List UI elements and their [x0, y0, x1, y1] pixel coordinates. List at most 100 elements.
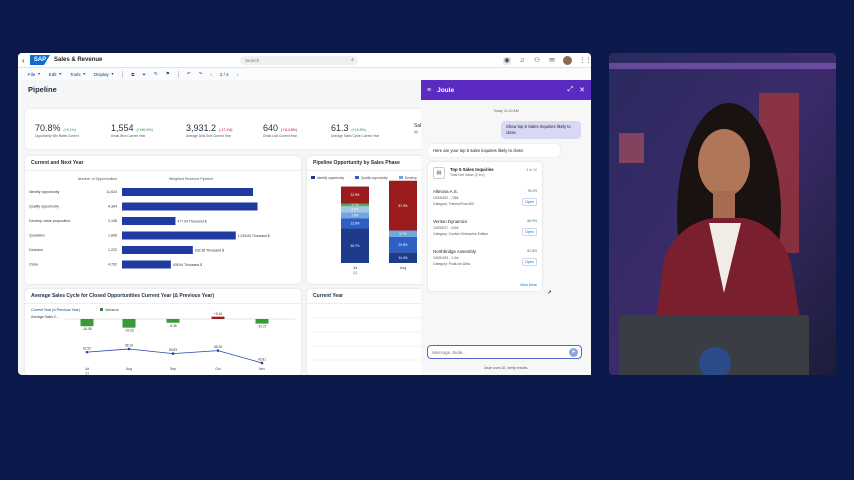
- shell-actions: ◉ ♫ ⚇ ✉ ⋮⋮: [503, 56, 591, 65]
- list-item: Altinova A.S. 10000492 - 736k Category: …: [433, 189, 537, 216]
- kpi-label: Deals Lost Current Year: [263, 134, 297, 138]
- tools-menu[interactable]: Tools ▼: [70, 72, 86, 77]
- next-page-icon[interactable]: ›: [237, 72, 239, 77]
- card-title: Pipeline Opportunity by Sales Phase: [307, 156, 437, 171]
- open-button[interactable]: Open: [522, 228, 537, 236]
- edit-menu-label: Edit: [48, 71, 57, 77]
- copy-icon[interactable]: ⧉: [131, 72, 134, 77]
- kpi-avg-sales-cycle[interactable]: 61.3 (+19.5%) Average Sales Cycle Current…: [331, 123, 379, 138]
- refresh-icon[interactable]: ↻: [154, 71, 158, 77]
- data-point: [216, 349, 220, 352]
- display-menu[interactable]: Display ▼: [94, 72, 114, 77]
- bookmark-icon[interactable]: ⚑: [166, 71, 170, 77]
- kpi-delta: (+19.5%): [351, 128, 366, 132]
- send-icon[interactable]: ➤: [569, 348, 578, 357]
- count-label: 1,896: [108, 234, 117, 238]
- undo-icon[interactable]: ↶: [187, 71, 191, 77]
- sap-logo[interactable]: SAP: [30, 55, 50, 65]
- avatar[interactable]: [563, 56, 572, 65]
- data-label: 477.04 Thousand $: [177, 219, 206, 223]
- inquiries-card-subtitle: Total Net Value (2.1m): [450, 173, 485, 177]
- back-button[interactable]: ‹: [22, 56, 30, 65]
- chevron-down-icon: ▼: [110, 72, 115, 76]
- search-placeholder: Search: [245, 58, 260, 63]
- legend-label: Identify opportunity: [317, 176, 344, 180]
- chevron-down-icon: ▼: [58, 72, 62, 76]
- sales-phase-stacked-chart: Identify opportunity Qualify opportunity D…: [311, 176, 417, 275]
- kpi-delta: (+114.8%): [281, 128, 298, 132]
- inquiry-name: Veriton Dynamics: [433, 219, 468, 224]
- filter-icon[interactable]: ⏷: [142, 72, 146, 77]
- search-icon[interactable]: ⌕: [351, 57, 354, 63]
- bar: [122, 217, 176, 225]
- legend-swatch: [399, 176, 403, 179]
- grid-menu-icon[interactable]: ⋮⋮: [579, 57, 591, 65]
- chat-icon[interactable]: ✉: [548, 57, 556, 65]
- data-label: 65.28: [214, 345, 222, 349]
- kpi-label: Average Deal Size Current Year: [186, 134, 232, 138]
- data-point: [171, 352, 175, 355]
- card-title: Average Sales Cycle for Closed Opportuni…: [25, 289, 301, 304]
- search-input[interactable]: Search ⌕: [240, 56, 358, 65]
- close-icon[interactable]: ✕: [579, 86, 585, 94]
- legend-label: Current Year (Δ Previous Year): [31, 308, 80, 312]
- list-item: Veriton Dynamics 10000227 - 440k Categor…: [433, 219, 537, 246]
- card-title: Current Year: [307, 289, 437, 304]
- view-more-link[interactable]: View More: [520, 283, 537, 287]
- tick-label: Jul: [353, 266, 358, 270]
- kpi-win-rate[interactable]: 70.8% (+9.1%) Opportunity Win Rates Curre…: [35, 123, 79, 138]
- chevron-down-icon: ▼: [82, 72, 86, 76]
- data-point: [127, 347, 131, 351]
- redo-icon[interactable]: ↷: [199, 71, 203, 77]
- bell-icon[interactable]: ♫: [518, 57, 526, 65]
- count-label: 4,762: [108, 263, 117, 267]
- variance-bar: [255, 319, 269, 324]
- count-label: 11,624: [106, 190, 117, 194]
- inquiry-probability: 62.8%: [527, 249, 537, 253]
- ai-disclaimer: Joule uses AI, verify results.: [483, 366, 529, 370]
- joule-response: Here are your top 5 sales inquiries like…: [428, 144, 560, 157]
- current-year-card: Current Year: [307, 289, 437, 375]
- kpi-deals-lost[interactable]: 640 (+114.8%) Deals Lost Current Year: [263, 123, 297, 138]
- open-button[interactable]: Open: [522, 258, 537, 266]
- joule-message-input[interactable]: Message Joule... ➤: [427, 345, 582, 359]
- data-label: 42.81: [258, 357, 266, 361]
- people-icon[interactable]: ⚇: [533, 57, 541, 65]
- tick-label: Jul: [85, 367, 90, 371]
- joule-title: Joule: [437, 86, 455, 94]
- presenter-image: [609, 53, 836, 375]
- kpi-delta: (+9.1%): [63, 128, 76, 132]
- variance-bar: [166, 319, 180, 323]
- current-year-gridlines: [313, 317, 431, 361]
- open-button[interactable]: Open: [522, 198, 537, 206]
- prev-page-icon[interactable]: ‹: [210, 72, 212, 77]
- legend-label: Variance: [105, 308, 119, 312]
- kpi-deals-won[interactable]: 1,554 (+180.9%) Deals Won Current Year: [111, 123, 153, 138]
- count-label: 1,222: [108, 248, 117, 252]
- kpi-delta: (-17.1%): [219, 128, 233, 132]
- current-next-year-card: Current and Next Year Number of Opportun…: [25, 156, 301, 284]
- kpi-label: Average Sales Cycle Current Year: [331, 134, 380, 138]
- page-indicator: 2 / 4: [219, 71, 229, 77]
- data-label: 62.52: [83, 347, 91, 351]
- edit-menu[interactable]: Edit ▼: [49, 72, 62, 77]
- expand-icon[interactable]: ⤢: [568, 86, 574, 94]
- tick-label: Aug: [126, 367, 132, 371]
- kpi-avg-deal-size[interactable]: 3,931.2 (-17.1%) Average Deal Size Curren…: [186, 123, 232, 138]
- inquiry-name: Altinova A.S.: [433, 189, 458, 194]
- location-icon[interactable]: ◉: [503, 56, 511, 65]
- category-label: Qualify opportunity: [29, 205, 59, 209]
- chevron-down-icon: ▼: [37, 72, 41, 76]
- inquiries-card: ▤ Top 5 Sales Inquiries Total Net Value …: [428, 162, 542, 291]
- file-menu[interactable]: File ▼: [28, 72, 41, 77]
- display-menu-label: Display: [93, 71, 109, 77]
- column-header: Weighted Revenue Pipeline: [169, 177, 213, 181]
- sales-cycle-chart: Current Year (Δ Previous Year) Variance Av…: [31, 308, 295, 375]
- data-label: 13.9%: [350, 221, 359, 225]
- legend-swatch: [100, 308, 103, 311]
- menu-icon[interactable]: ≡: [427, 87, 431, 94]
- bar: [122, 202, 258, 211]
- data-label: -8.36: [169, 324, 176, 328]
- file-menu-label: File: [28, 71, 36, 77]
- data-label: 632.38 Thousand $: [195, 248, 224, 252]
